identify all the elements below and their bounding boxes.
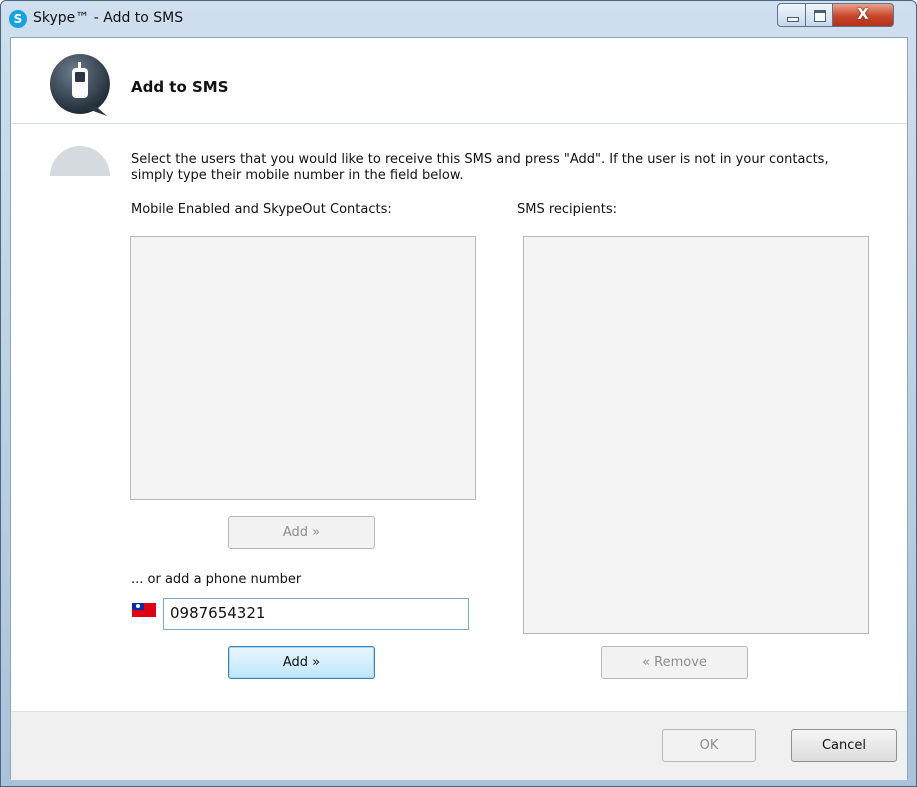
close-button[interactable]: X (832, 3, 894, 27)
taiwan-flag-icon[interactable] (132, 603, 156, 617)
phone-number-input[interactable]: 0987654321 (163, 598, 469, 630)
add-phone-button[interactable]: Add » (228, 646, 375, 679)
maximize-button[interactable] (805, 3, 833, 27)
ok-button[interactable]: OK (662, 729, 756, 762)
flag-canton (132, 603, 144, 610)
add-phone-label: ... or add a phone number (131, 572, 302, 587)
skype-icon[interactable]: S (9, 10, 27, 28)
close-icon: X (857, 5, 869, 23)
flag-sun (136, 604, 140, 608)
header-divider (11, 123, 907, 124)
skype-mobile-icon (49, 54, 110, 116)
window-title: Skype™ - Add to SMS (33, 10, 184, 26)
dialog-window: S Skype™ - Add to SMS X Add to SMS Selec… (0, 0, 917, 787)
remove-button[interactable]: « Remove (601, 646, 748, 679)
maximize-icon (814, 10, 826, 22)
page-title: Add to SMS (131, 78, 229, 96)
contacts-label: Mobile Enabled and SkypeOut Contacts: (131, 202, 392, 217)
minimize-icon (787, 17, 799, 22)
cancel-button[interactable]: Cancel (791, 729, 897, 762)
recipients-list[interactable] (523, 236, 869, 634)
title-bar[interactable]: S Skype™ - Add to SMS X (1, 1, 916, 37)
recipients-label: SMS recipients: (517, 202, 618, 217)
dialog-footer: OK Cancel (11, 711, 907, 780)
contacts-list[interactable] (130, 236, 476, 500)
dialog-content: Add to SMS Select the users that you wou… (10, 37, 908, 780)
minimize-button[interactable] (777, 3, 806, 27)
icon-reflection (50, 146, 110, 176)
add-contact-button[interactable]: Add » (228, 516, 375, 549)
instructions-text: Select the users that you would like to … (131, 152, 829, 183)
